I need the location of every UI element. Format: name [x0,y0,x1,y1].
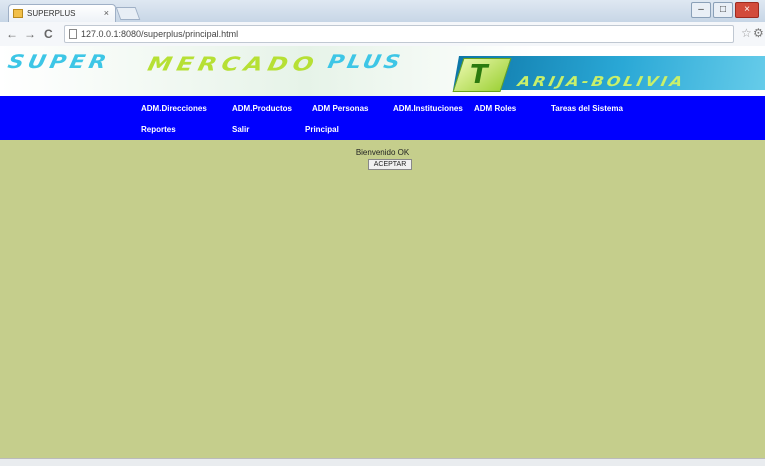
menu-item-adm-instituciones[interactable]: ADM.Instituciones [393,104,463,113]
menu-item-adm-productos[interactable]: ADM.Productos [232,104,292,113]
menu-item-adm-roles[interactable]: ADM Roles [474,104,516,113]
main-content: Bienvenido OK ACEPTAR [0,140,765,458]
logo-super-text: SUPER [5,51,113,74]
tab-close-icon[interactable]: × [104,8,109,18]
menu-item-adm-direcciones[interactable]: ADM.Direcciones [141,104,207,113]
browser-tab[interactable]: SUPERPLUS × [8,4,116,22]
bookmark-star-icon[interactable]: ☆ [741,26,752,40]
menu-item-adm-personas[interactable]: ADM Personas [312,104,368,113]
menu-item-tareas-del-sistema[interactable]: Tareas del Sistema [551,104,623,113]
window-controls: – □ × [689,2,759,18]
settings-wrench-icon[interactable]: ⚙ [753,26,764,40]
logo-plus-text: PLUS [325,51,405,74]
logo-tarija-text: ARIJA-BOLIVIA [516,73,687,90]
forward-arrow-icon[interactable]: → [24,27,36,41]
reload-icon[interactable]: C [44,27,53,41]
favicon-icon [13,9,23,18]
status-message: Bienvenido OK [355,148,410,157]
maximize-button[interactable]: □ [713,2,733,18]
page-icon [69,29,77,39]
menu-item-principal[interactable]: Principal [305,125,339,134]
tab-title: SUPERPLUS [27,9,76,18]
t-logo-letter: T [470,60,488,90]
address-bar[interactable]: 127.0.0.1:8080/superplus/principal.html [64,25,734,43]
menu-item-salir[interactable]: Salir [232,125,249,134]
minimize-button[interactable]: – [691,2,711,18]
browser-titlebar: SUPERPLUS × – □ × [0,0,765,22]
logo-mercado-text: MERCADO [145,52,321,76]
new-tab-button[interactable] [115,7,141,20]
site-banner: SUPER MERCADO PLUS T ARIJA-BOLIVIA [0,46,765,96]
url-text: 127.0.0.1:8080/superplus/principal.html [81,29,239,39]
close-window-button[interactable]: × [735,2,759,18]
accept-button[interactable]: ACEPTAR [368,159,412,170]
menu-item-reportes[interactable]: Reportes [141,125,176,134]
browser-toolbar: ← → C 127.0.0.1:8080/superplus/principal… [0,22,765,47]
main-menu: ADM.Direcciones ADM.Productos ADM Person… [0,96,765,140]
back-arrow-icon[interactable]: ← [6,27,18,41]
